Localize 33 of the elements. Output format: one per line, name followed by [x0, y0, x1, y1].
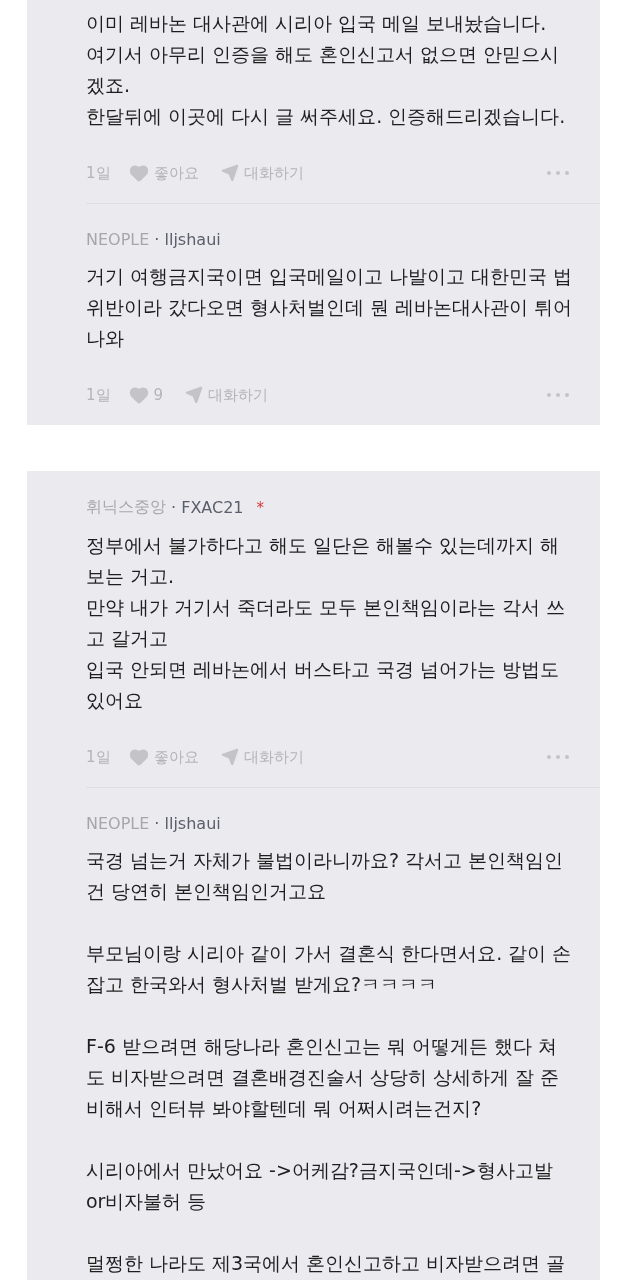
paper-plane-icon — [220, 748, 239, 766]
reply-button[interactable]: 대화하기 — [220, 163, 304, 183]
comment-time: 1일 — [86, 747, 111, 767]
paper-plane-icon — [185, 386, 204, 404]
author-mark: * — [256, 498, 265, 517]
author-name[interactable]: · FXAC21 — [171, 498, 244, 517]
more-icon[interactable] — [546, 392, 570, 398]
author-group: NEOPLE — [86, 814, 150, 833]
author-name[interactable]: · lljshaui — [154, 230, 221, 249]
comment-text: 이미 레바논 대사관에 시리아 입국 메일 보내놨습니다. 여기서 아무리 인증을 해도 혼인신고서 없으면 안믿으시 겠죠. 한달뒤에 이곳에 다시 글 써주세요. 인증해드리겠습니다. — [86, 11, 567, 129]
comment-text: 국경 넘는거 자체가 불법이라니까요? 각서고 본인책임인 건 당연히 본인책임인거고요 — [86, 848, 565, 904]
heart-icon — [128, 163, 149, 183]
author-group: NEOPLE — [86, 230, 150, 249]
heart-icon — [128, 747, 149, 767]
more-icon[interactable] — [546, 754, 570, 760]
author-name[interactable]: · lljshaui — [154, 814, 221, 833]
comment-text: 시리아에서 만났어요 ->어케감?금지국인데->형사고발 or비자불허 등 — [86, 1158, 554, 1214]
paper-plane-icon — [220, 164, 239, 182]
author-group: 휘닉스중앙 — [86, 497, 166, 518]
comment-text: F-6 받으려면 해당나라 혼인신고는 뭐 어떻게든 했다 쳐 도 비자받으려면 결혼배경진술서 상당히 상세하게 잘 준 비해서 인터뷰 봐야할텐데 뭐 어쩌시려는건지? — [86, 1034, 561, 1121]
comment-text: 멀쩡한 나라도 제3국에서 혼인신고하고 비자받으려면 골 — [86, 1251, 567, 1276]
like-button[interactable]: 좋아요 — [128, 163, 199, 183]
like-button[interactable]: 9 — [128, 385, 164, 405]
comment-text: 정부에서 불가하다고 해도 일단은 해볼수 있는데까지 해 보는 거고. 만약 내가 거기서 죽더라도 모두 본인책임이라는 각서 쓰 고 갈거고 입국 안되면 레바논에서 버스타고 국경 넘어가는 방법도 있어요 — [86, 533, 567, 713]
more-icon[interactable] — [546, 170, 570, 176]
comment-time: 1일 — [86, 385, 111, 405]
heart-icon — [128, 385, 149, 405]
reply-button[interactable]: 대화하기 — [220, 747, 304, 767]
comment-text: 부모님이랑 시리아 같이 가서 결혼식 한다면서요. 같이 손 잡고 한국와서 형사처벌 받게요?ㅋㅋㅋㅋ — [86, 941, 570, 997]
comment-time: 1일 — [86, 163, 111, 183]
like-button[interactable]: 좋아요 — [128, 747, 199, 767]
comment-text: 거기 여행금지국이면 입국메일이고 나발이고 대한민국 법 위반이라 갔다오면 형사처벌인데 뭔 레바논대사관이 튀어 나와 — [86, 264, 570, 351]
reply-button[interactable]: 대화하기 — [185, 385, 269, 405]
